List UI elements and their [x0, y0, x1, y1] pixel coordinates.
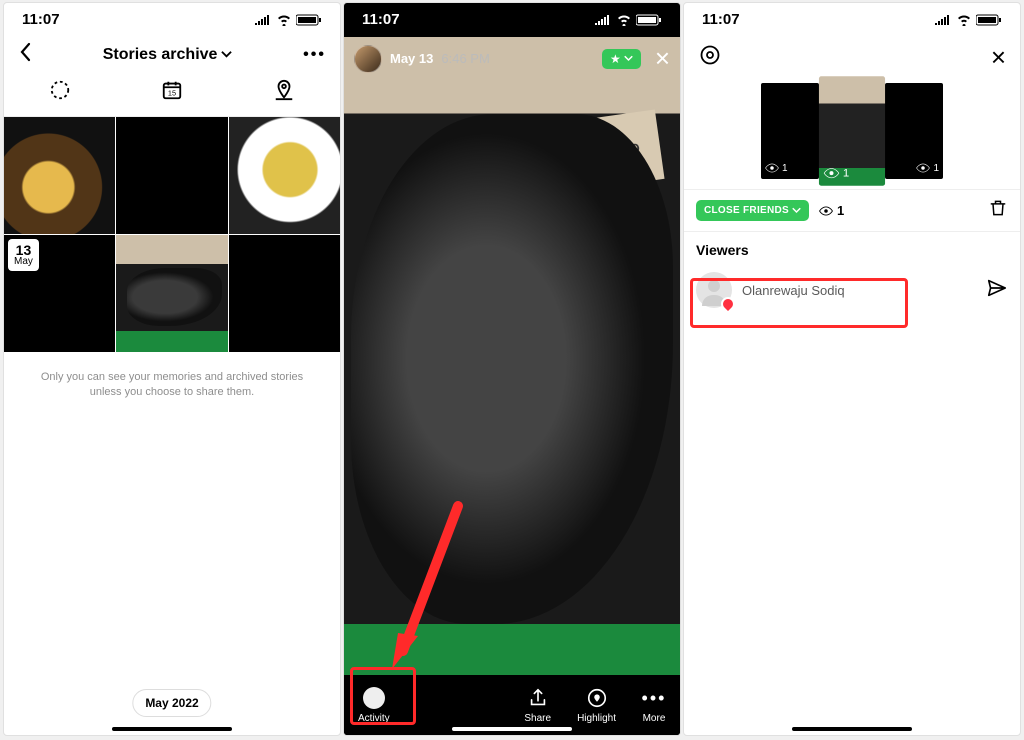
story-avatar[interactable] [354, 45, 382, 73]
archive-title-dropdown[interactable]: Stories archive [103, 46, 233, 64]
month-pill[interactable]: May 2022 [132, 689, 211, 717]
status-time: 11:07 [362, 11, 400, 28]
status-indicators [254, 14, 322, 26]
archive-thumbnail[interactable] [229, 117, 340, 234]
status-time: 11:07 [702, 11, 740, 28]
highlight-annotation [690, 278, 908, 328]
more-icon: ••• [642, 686, 666, 710]
box-label: SLID [585, 109, 664, 188]
story-header: May 13 6:46 PM ★ × [354, 43, 670, 74]
home-indicator[interactable] [452, 727, 572, 731]
tab-location-icon[interactable] [273, 79, 295, 106]
viewers-heading: Viewers [684, 232, 1020, 264]
highlight-icon [585, 686, 609, 710]
close-button[interactable]: × [655, 43, 670, 74]
tab-reel-icon[interactable] [49, 79, 71, 106]
archive-thumbnail[interactable]: 13 May [4, 235, 115, 352]
eye-icon [916, 161, 930, 175]
close-friends-badge[interactable]: ★ [602, 49, 641, 69]
more-options-button[interactable]: ••• [303, 46, 326, 64]
share-button[interactable]: Share [524, 686, 551, 724]
tab-calendar-icon[interactable]: 15 [161, 79, 183, 106]
eye-icon [765, 161, 779, 175]
archive-tabs: 15 [4, 73, 340, 117]
send-button[interactable] [986, 277, 1008, 304]
chevron-down-icon [221, 49, 232, 60]
screen-stories-archive: 11:07 Stories archive ••• 15 [3, 2, 341, 736]
status-time: 11:07 [22, 11, 60, 28]
chevron-down-icon [624, 54, 633, 63]
screen-story-viewers: 11:07 × 1 1 1 CLOSE FRIENDS [683, 2, 1021, 736]
story-date: May 13 [390, 51, 433, 66]
trash-icon [988, 198, 1008, 218]
eye-icon [824, 165, 840, 181]
gear-icon [698, 43, 722, 67]
home-indicator[interactable] [792, 727, 912, 731]
svg-text:15: 15 [168, 89, 176, 98]
settings-button[interactable] [698, 43, 722, 72]
chevron-down-icon [792, 206, 801, 215]
share-icon [526, 686, 550, 710]
story-thumb[interactable]: 1 [761, 83, 819, 179]
archive-date-chip: 13 May [8, 239, 39, 271]
archive-grid: 13 May [4, 117, 340, 352]
story-media[interactable]: SLID [344, 37, 680, 675]
highlight-annotation [350, 667, 416, 725]
more-button[interactable]: ••• More [642, 686, 666, 724]
story-thumbnails: 1 1 1 [684, 77, 1020, 189]
send-icon [986, 277, 1008, 299]
star-icon: ★ [610, 52, 621, 66]
viewers-header: × [684, 32, 1020, 77]
delete-button[interactable] [988, 198, 1008, 223]
status-bar: 11:07 [4, 3, 340, 32]
view-count: 1 [819, 203, 844, 218]
eye-icon [819, 204, 833, 218]
highlight-button[interactable]: Highlight [577, 686, 616, 724]
close-friends-badge[interactable]: CLOSE FRIENDS [696, 200, 809, 221]
back-button[interactable] [18, 42, 32, 67]
story-thumb[interactable]: 1 [885, 83, 943, 179]
story-thumb-active[interactable]: 1 [819, 76, 885, 185]
close-button[interactable]: × [991, 42, 1006, 73]
screen-story-view: 11:07 SLID May 13 6:46 PM ★ × Activity [343, 2, 681, 736]
archive-thumbnail[interactable] [4, 117, 115, 234]
archive-thumbnail[interactable] [229, 235, 340, 352]
archive-thumbnail[interactable] [116, 235, 227, 352]
story-time: 6:46 PM [441, 51, 489, 66]
home-indicator[interactable] [112, 727, 232, 731]
archive-privacy-note: Only you can see your memories and archi… [4, 352, 340, 419]
archive-header: Stories archive ••• [4, 32, 340, 73]
status-bar: 11:07 [344, 3, 680, 32]
status-bar: 11:07 [684, 3, 1020, 32]
status-indicators [594, 14, 662, 26]
story-meta-row: CLOSE FRIENDS 1 [684, 189, 1020, 232]
status-indicators [934, 14, 1002, 26]
archive-thumbnail[interactable] [116, 117, 227, 234]
